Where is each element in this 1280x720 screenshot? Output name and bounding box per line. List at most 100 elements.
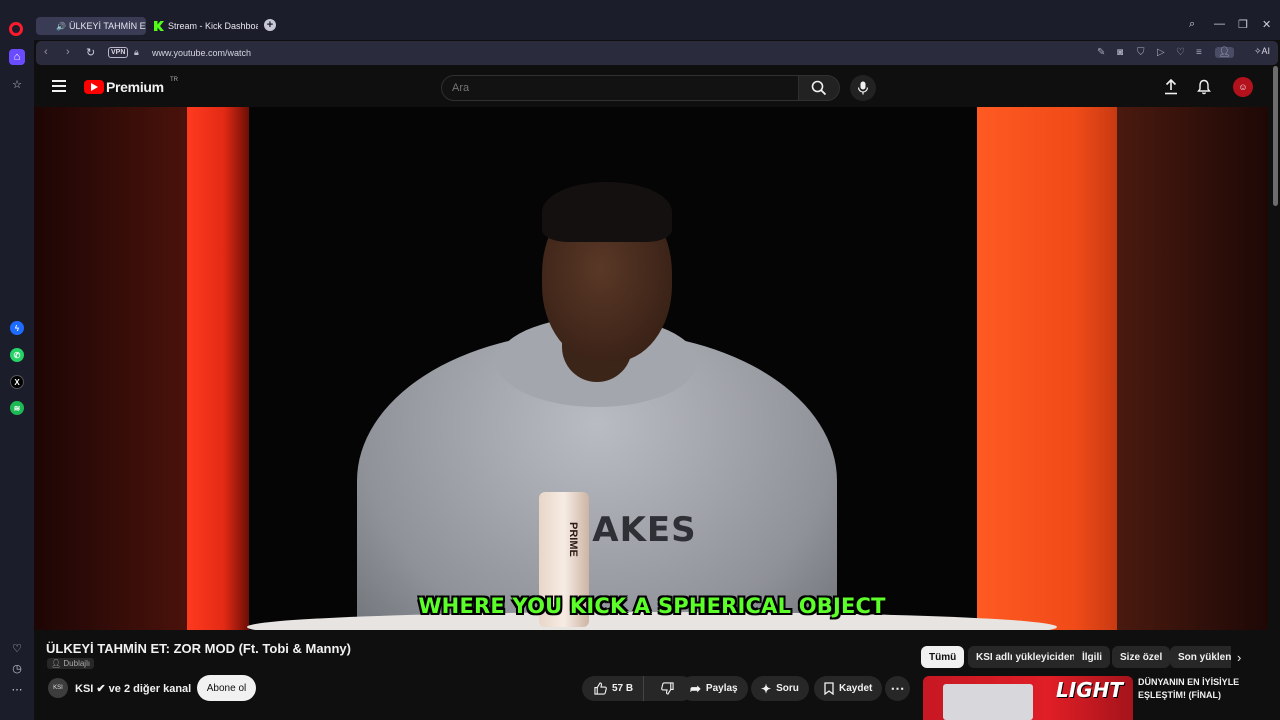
- vpn-badge[interactable]: VPN: [108, 47, 129, 58]
- subscribe-button[interactable]: Abone ol: [197, 675, 256, 701]
- hamburger-menu-icon[interactable]: [52, 80, 66, 92]
- lock-icon[interactable]: 🔒︎: [134, 47, 139, 58]
- tab-kick[interactable]: Stream - Kick Dashboard: [148, 17, 258, 35]
- youtube-play-logo-icon: [84, 80, 104, 94]
- dub-person-icon: 👤︎: [51, 659, 62, 668]
- video-player[interactable]: SNAKES PRIME WHERE YOU KICK A SPHERICAL …: [34, 107, 1268, 630]
- ai-label: AI: [1261, 46, 1270, 56]
- upload-button[interactable]: [1162, 78, 1180, 96]
- tab-label: ÜLKEYİ TAHMİN ET: ZOR MOD (Ft. Tobi & Ma…: [68, 21, 146, 31]
- avatar-icon: ☺: [1238, 82, 1248, 92]
- address-bar: ‹ › ↻ VPN 🔒︎ www.youtube.com/watch ✎ ◙ ⛉…: [36, 41, 1278, 65]
- thumb-screen: [943, 684, 1033, 720]
- brand-label: Premium: [106, 79, 164, 95]
- spotify-icon[interactable]: ≋: [10, 401, 24, 415]
- camera-icon[interactable]: ◙: [1117, 47, 1123, 58]
- account-avatar[interactable]: ☺: [1233, 77, 1253, 97]
- ambient-right: [1116, 107, 1268, 630]
- menu-icon[interactable]: ≡: [1196, 47, 1202, 58]
- video-title: ÜLKEYİ TAHMİN ET: ZOR MOD (Ft. Tobi & Ma…: [46, 641, 351, 656]
- chip-related[interactable]: İlgili: [1074, 646, 1110, 668]
- like-button[interactable]: 57 B: [582, 676, 645, 701]
- channel-avatar[interactable]: KSI: [48, 678, 68, 698]
- recommended-thumbnail[interactable]: LIGHT: [923, 676, 1133, 720]
- ai-button[interactable]: ✧AI: [1250, 44, 1274, 59]
- tab-youtube[interactable]: 🔊 ÜLKEYİ TAHMİN ET: ZOR MOD (Ft. Tobi & …: [36, 17, 146, 35]
- share-icon: ➦: [690, 680, 701, 696]
- chevron-right-icon[interactable]: ›: [1237, 650, 1241, 665]
- share-label: Paylaş: [705, 683, 738, 694]
- chip-recent[interactable]: Son yüklenenler: [1170, 646, 1231, 668]
- new-tab-plus-icon[interactable]: +: [264, 19, 276, 31]
- youtube-logo[interactable]: Premium TR: [84, 77, 178, 95]
- whatsapp-icon[interactable]: ✆: [10, 348, 24, 362]
- more-sidebar-icon[interactable]: ⋯: [9, 681, 25, 697]
- orange-backdrop-right: [977, 107, 1117, 630]
- x-twitter-icon[interactable]: X: [10, 375, 24, 389]
- bell-icon: [1197, 79, 1211, 95]
- more-actions-button[interactable]: ⋯: [885, 676, 910, 701]
- restore-icon[interactable]: ❐: [1238, 18, 1248, 31]
- dubbed-badge: 👤︎ Dublajlı: [47, 658, 95, 669]
- profile-icon[interactable]: 👤︎: [1215, 47, 1234, 58]
- heart-icon[interactable]: ♡: [1176, 47, 1185, 58]
- video-frame[interactable]: SNAKES PRIME WHERE YOU KICK A SPHERICAL …: [187, 107, 1117, 630]
- like-count: 57 B: [612, 683, 634, 694]
- video-caption: WHERE YOU KICK A SPHERICAL OBJECT: [418, 594, 886, 618]
- chip-uploader[interactable]: KSI adlı yükleyiciden: [968, 646, 1084, 668]
- channel-name[interactable]: KSI ✔ ve 2 diğer kanal: [75, 682, 191, 695]
- chip-all[interactable]: Tümü: [921, 646, 965, 668]
- thumbs-down-icon: [661, 682, 674, 695]
- youtube-masthead: Premium TR ☺: [34, 66, 1280, 108]
- save-label: Kaydet: [839, 683, 873, 694]
- tab-search-icon[interactable]: ⌕: [1189, 18, 1195, 31]
- chip-for-you[interactable]: Size özel: [1112, 646, 1171, 668]
- messenger-icon[interactable]: ϟ: [10, 321, 24, 335]
- region-label: TR: [170, 77, 178, 83]
- url-field[interactable]: www.youtube.com/watch: [152, 48, 251, 58]
- heart-sidebar-icon[interactable]: ♡: [9, 640, 25, 656]
- page-scrollbar[interactable]: [1273, 66, 1278, 206]
- speaker-icon[interactable]: 🔊: [56, 22, 66, 31]
- home-icon[interactable]: ⌂: [9, 49, 25, 65]
- thumb-logo: LIGHT: [1056, 678, 1123, 702]
- more-dots-icon: ⋯: [890, 680, 905, 696]
- back-icon[interactable]: ‹: [44, 46, 48, 58]
- dub-label: Dublajlı: [63, 659, 91, 668]
- history-clock-icon[interactable]: ◷: [9, 660, 25, 676]
- hair: [542, 182, 672, 242]
- opera-logo-icon[interactable]: [9, 22, 23, 36]
- presenter-figure: SNAKES: [357, 182, 837, 630]
- share-button[interactable]: ➦ Paylaş: [680, 676, 748, 701]
- recommended-title[interactable]: DÜNYANIN EN İYİSİYLE EŞLEŞTİM! (FİNAL): [1138, 676, 1258, 702]
- upload-icon: [1165, 79, 1177, 95]
- search-input[interactable]: [452, 82, 782, 94]
- red-backdrop-left: [187, 107, 249, 630]
- voice-search-button[interactable]: [850, 75, 876, 101]
- minimize-icon[interactable]: —: [1214, 18, 1225, 30]
- microphone-icon: [857, 81, 869, 95]
- save-button[interactable]: Kaydet: [814, 676, 883, 701]
- reload-icon[interactable]: ↻: [86, 46, 95, 59]
- related-chips: Tümü KSI adlı yükleyiciden İlgili Size ö…: [921, 646, 1231, 668]
- star-icon[interactable]: ☆: [9, 76, 25, 92]
- forward-icon[interactable]: ›: [66, 46, 70, 58]
- can-label: PRIME: [567, 522, 579, 557]
- ask-button[interactable]: ✦ Soru: [751, 676, 809, 701]
- sparkle-icon: ✦: [761, 681, 772, 696]
- like-dislike-group: 57 B: [582, 676, 694, 701]
- tab-label: Stream - Kick Dashboard: [168, 21, 258, 31]
- edit-icon[interactable]: ✎: [1097, 47, 1105, 58]
- kick-favicon-icon: [154, 21, 164, 31]
- search-box: [441, 75, 799, 101]
- shield-icon[interactable]: ⛉: [1137, 47, 1145, 58]
- notifications-button[interactable]: [1195, 78, 1213, 96]
- close-icon[interactable]: ✕: [1262, 18, 1271, 31]
- ask-label: Soru: [776, 683, 799, 694]
- youtube-page: Premium TR ☺: [34, 66, 1280, 720]
- bookmark-icon: [824, 682, 834, 695]
- browser-tab-bar: 🔊 ÜLKEYİ TAHMİN ET: ZOR MOD (Ft. Tobi & …: [0, 0, 1280, 40]
- search-button[interactable]: [798, 75, 840, 101]
- play-icon[interactable]: ▷: [1157, 47, 1165, 58]
- thumbs-up-icon: [594, 682, 607, 695]
